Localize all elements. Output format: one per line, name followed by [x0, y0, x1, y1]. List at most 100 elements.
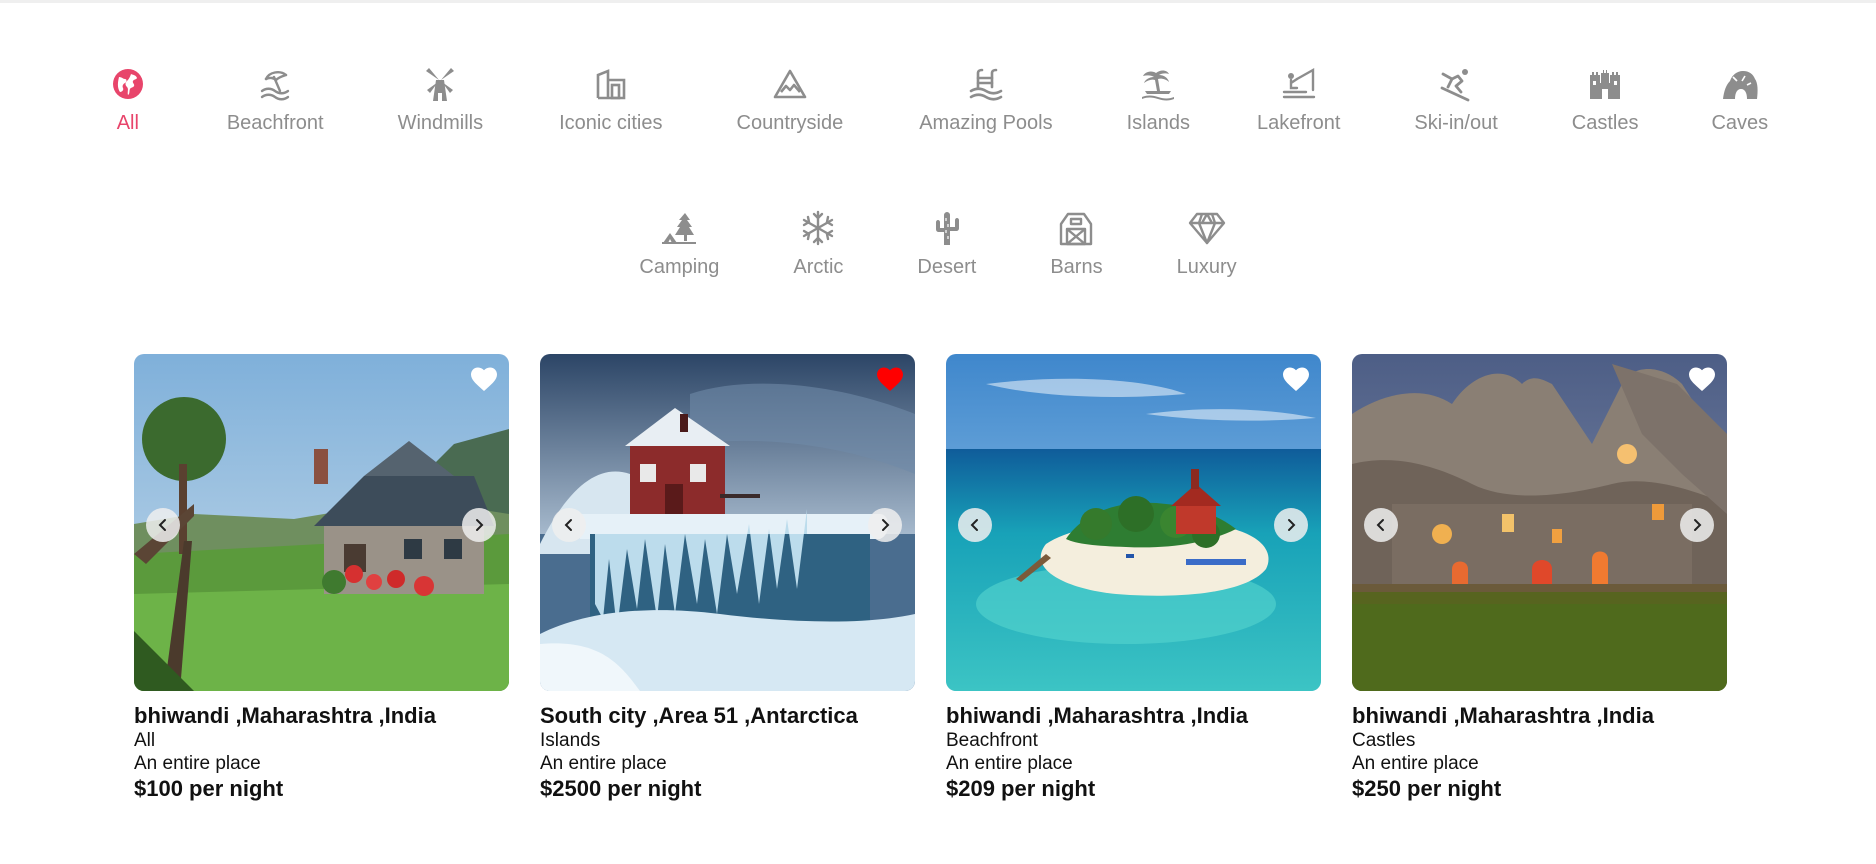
top-divider [0, 0, 1876, 3]
iceberg-house-photo [540, 354, 915, 691]
globe-icon [108, 64, 148, 104]
category-all[interactable]: All [108, 64, 148, 135]
windmill-icon [420, 64, 460, 104]
listings-grid: bhiwandi ,Maharashtra ,India All An enti… [134, 354, 1727, 802]
category-beachfront[interactable]: Beachfront [227, 64, 324, 135]
barn-icon [1056, 208, 1096, 248]
castle-icon [1585, 64, 1625, 104]
category-windmills[interactable]: Windmills [397, 64, 484, 135]
chevron-left-icon [158, 519, 166, 531]
category-bar-row-1: All Beachfront Windmills Iconic cities C… [0, 64, 1876, 135]
category-countryside[interactable]: Countryside [736, 64, 844, 135]
favorite-heart-icon[interactable] [470, 366, 498, 392]
listing-location: bhiwandi ,Maharashtra ,India [134, 703, 436, 728]
category-amazing-pools[interactable]: Amazing Pools [919, 64, 1053, 135]
snowflake-icon [798, 208, 838, 248]
category-label: Beachfront [226, 112, 324, 134]
listing-photo[interactable] [134, 354, 509, 691]
category-label: Desert [917, 256, 977, 278]
category-label: Camping [639, 256, 720, 278]
category-label: Barns [1050, 256, 1103, 278]
chevron-right-icon [1694, 519, 1702, 531]
beach-umbrella-icon [255, 64, 295, 104]
favorite-heart-icon[interactable] [876, 366, 904, 392]
category-label: Caves [1711, 112, 1769, 134]
category-castles[interactable]: Castles [1571, 64, 1639, 135]
previous-photo-button[interactable] [1364, 508, 1398, 542]
category-bar-row-2: Camping Arctic Desert Barns Luxury [0, 208, 1876, 279]
listing-category: Islands [540, 730, 601, 751]
chevron-left-icon [970, 519, 978, 531]
category-label: Amazing Pools [919, 112, 1053, 134]
fishing-icon [1279, 64, 1319, 104]
category-label: Lakefront [1257, 112, 1341, 134]
category-label: Iconic cities [559, 112, 663, 134]
listing-category: Castles [1352, 730, 1416, 751]
chevron-right-icon [1288, 519, 1296, 531]
category-label: Arctic [793, 256, 844, 278]
listing-photo[interactable] [540, 354, 915, 691]
listing-type: An entire place [540, 753, 667, 774]
pool-icon [966, 64, 1006, 104]
chevron-left-icon [564, 519, 572, 531]
cottage-photo [134, 354, 509, 691]
listing-category: Beachfront [946, 730, 1038, 751]
category-label: Ski-in/out [1414, 112, 1498, 134]
chevron-right-icon [882, 519, 890, 531]
listing-type: An entire place [134, 753, 261, 774]
category-ski-in-out[interactable]: Ski-in/out [1414, 64, 1498, 135]
category-desert[interactable]: Desert [917, 208, 976, 279]
palm-island-icon [1138, 64, 1178, 104]
listing-location: South city ,Area 51 ,Antarctica [540, 703, 858, 728]
category-barns[interactable]: Barns [1050, 208, 1103, 279]
next-photo-button[interactable] [868, 508, 902, 542]
previous-photo-button[interactable] [146, 508, 180, 542]
camping-tent-icon [659, 208, 699, 248]
listing-card[interactable]: bhiwandi ,Maharashtra ,India Castles An … [1352, 354, 1727, 802]
listing-card[interactable]: South city ,Area 51 ,Antarctica Islands … [540, 354, 915, 802]
favorite-heart-icon[interactable] [1282, 366, 1310, 392]
next-photo-button[interactable] [1274, 508, 1308, 542]
next-photo-button[interactable] [1680, 508, 1714, 542]
category-arctic[interactable]: Arctic [793, 208, 843, 279]
listing-price: $100 per night [134, 776, 284, 801]
category-islands[interactable]: Islands [1127, 64, 1190, 135]
category-label: Castles [1571, 112, 1639, 134]
category-camping[interactable]: Camping [639, 208, 719, 279]
listing-price: $209 per night [946, 776, 1096, 801]
category-label: Countryside [736, 112, 844, 134]
chevron-right-icon [476, 519, 484, 531]
category-caves[interactable]: Caves [1711, 64, 1768, 135]
category-label: Islands [1126, 112, 1190, 134]
previous-photo-button[interactable] [552, 508, 586, 542]
listing-price: $2500 per night [540, 776, 702, 801]
skier-icon [1436, 64, 1476, 104]
listing-card[interactable]: bhiwandi ,Maharashtra ,India Beachfront … [946, 354, 1321, 802]
listing-location: bhiwandi ,Maharashtra ,India [946, 703, 1248, 728]
listing-card[interactable]: bhiwandi ,Maharashtra ,India All An enti… [134, 354, 509, 802]
listing-location: bhiwandi ,Maharashtra ,India [1352, 703, 1654, 728]
tropical-island-photo [946, 354, 1321, 691]
listing-type: An entire place [946, 753, 1073, 774]
cactus-icon [927, 208, 967, 248]
category-luxury[interactable]: Luxury [1177, 208, 1237, 279]
listing-photo[interactable] [946, 354, 1321, 691]
listing-price: $250 per night [1352, 776, 1502, 801]
favorite-heart-icon[interactable] [1688, 366, 1716, 392]
category-label: All [116, 112, 139, 134]
previous-photo-button[interactable] [958, 508, 992, 542]
chevron-left-icon [1376, 519, 1384, 531]
cave-icon [1720, 64, 1760, 104]
category-lakefront[interactable]: Lakefront [1257, 64, 1340, 135]
next-photo-button[interactable] [462, 508, 496, 542]
mountain-icon [770, 64, 810, 104]
city-building-icon [591, 64, 631, 104]
category-label: Windmills [397, 112, 484, 134]
category-label: Luxury [1176, 256, 1237, 278]
listing-category: All [134, 730, 156, 751]
listing-type: An entire place [1352, 753, 1479, 774]
listing-photo[interactable] [1352, 354, 1727, 691]
cave-dwellings-photo [1352, 354, 1727, 691]
category-iconic-cities[interactable]: Iconic cities [559, 64, 663, 135]
diamond-icon [1187, 208, 1227, 248]
